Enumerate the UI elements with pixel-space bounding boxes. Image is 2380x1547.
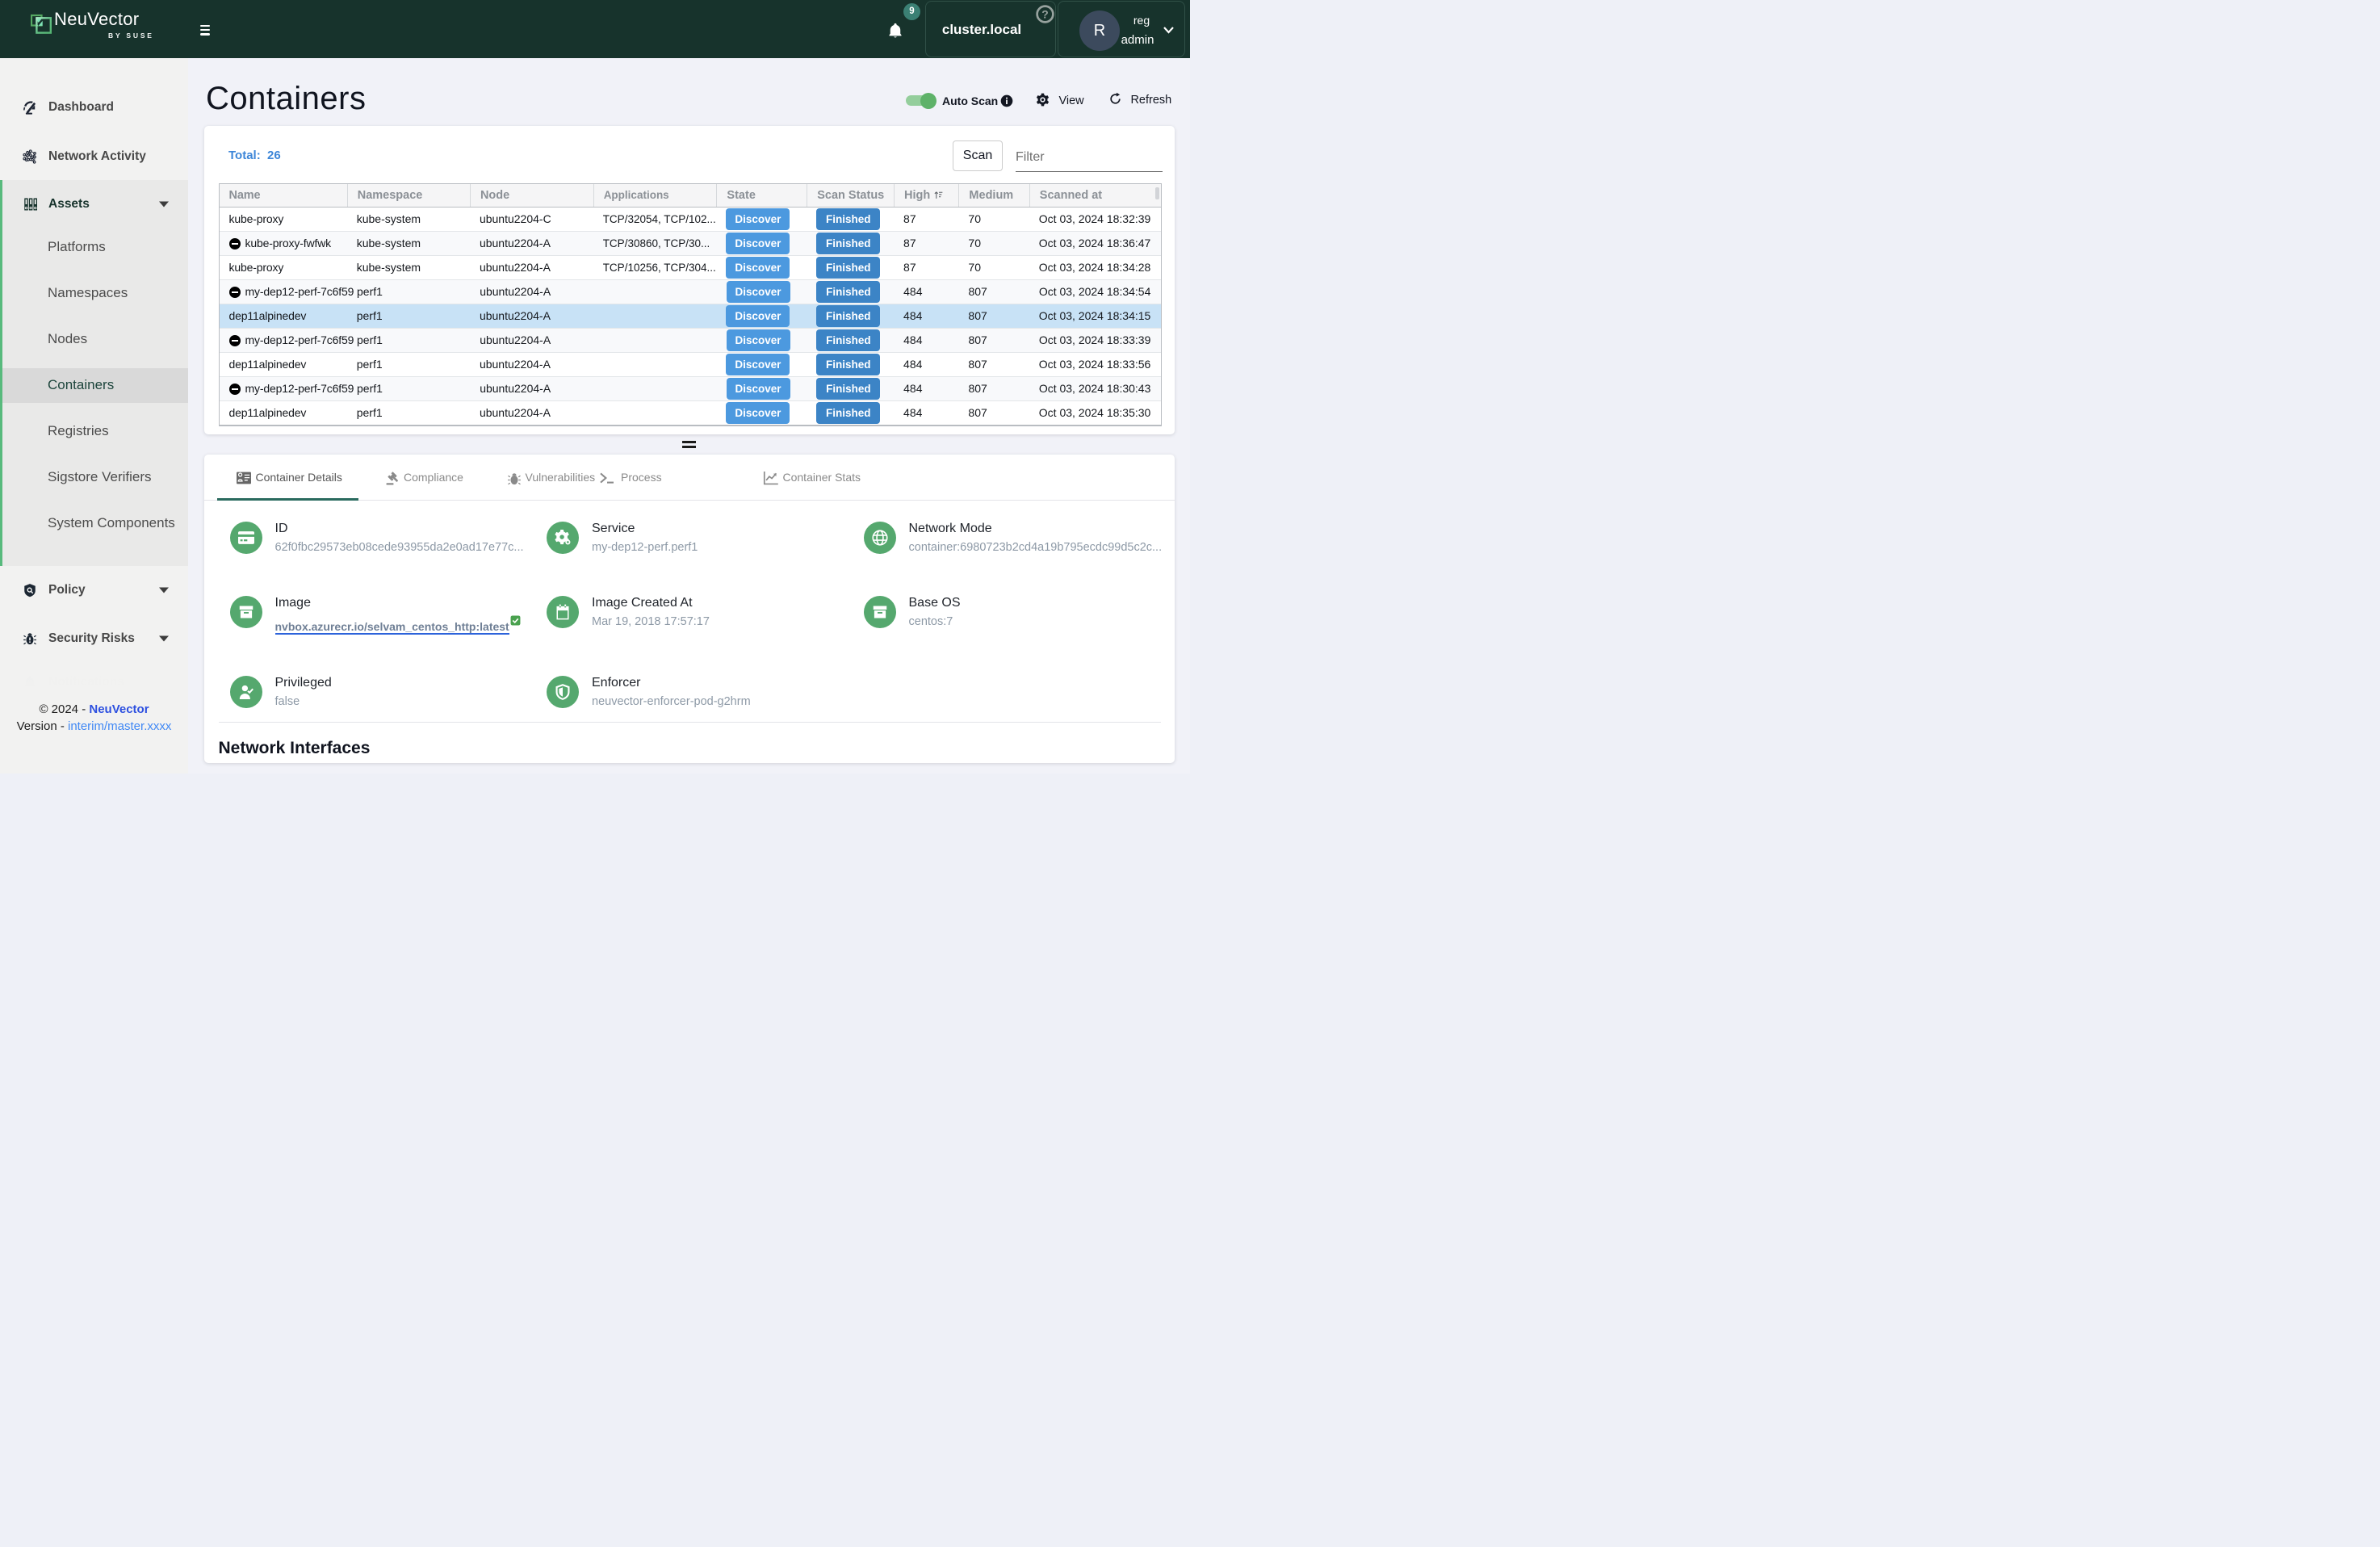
svg-text:?: ?: [1041, 7, 1048, 20]
